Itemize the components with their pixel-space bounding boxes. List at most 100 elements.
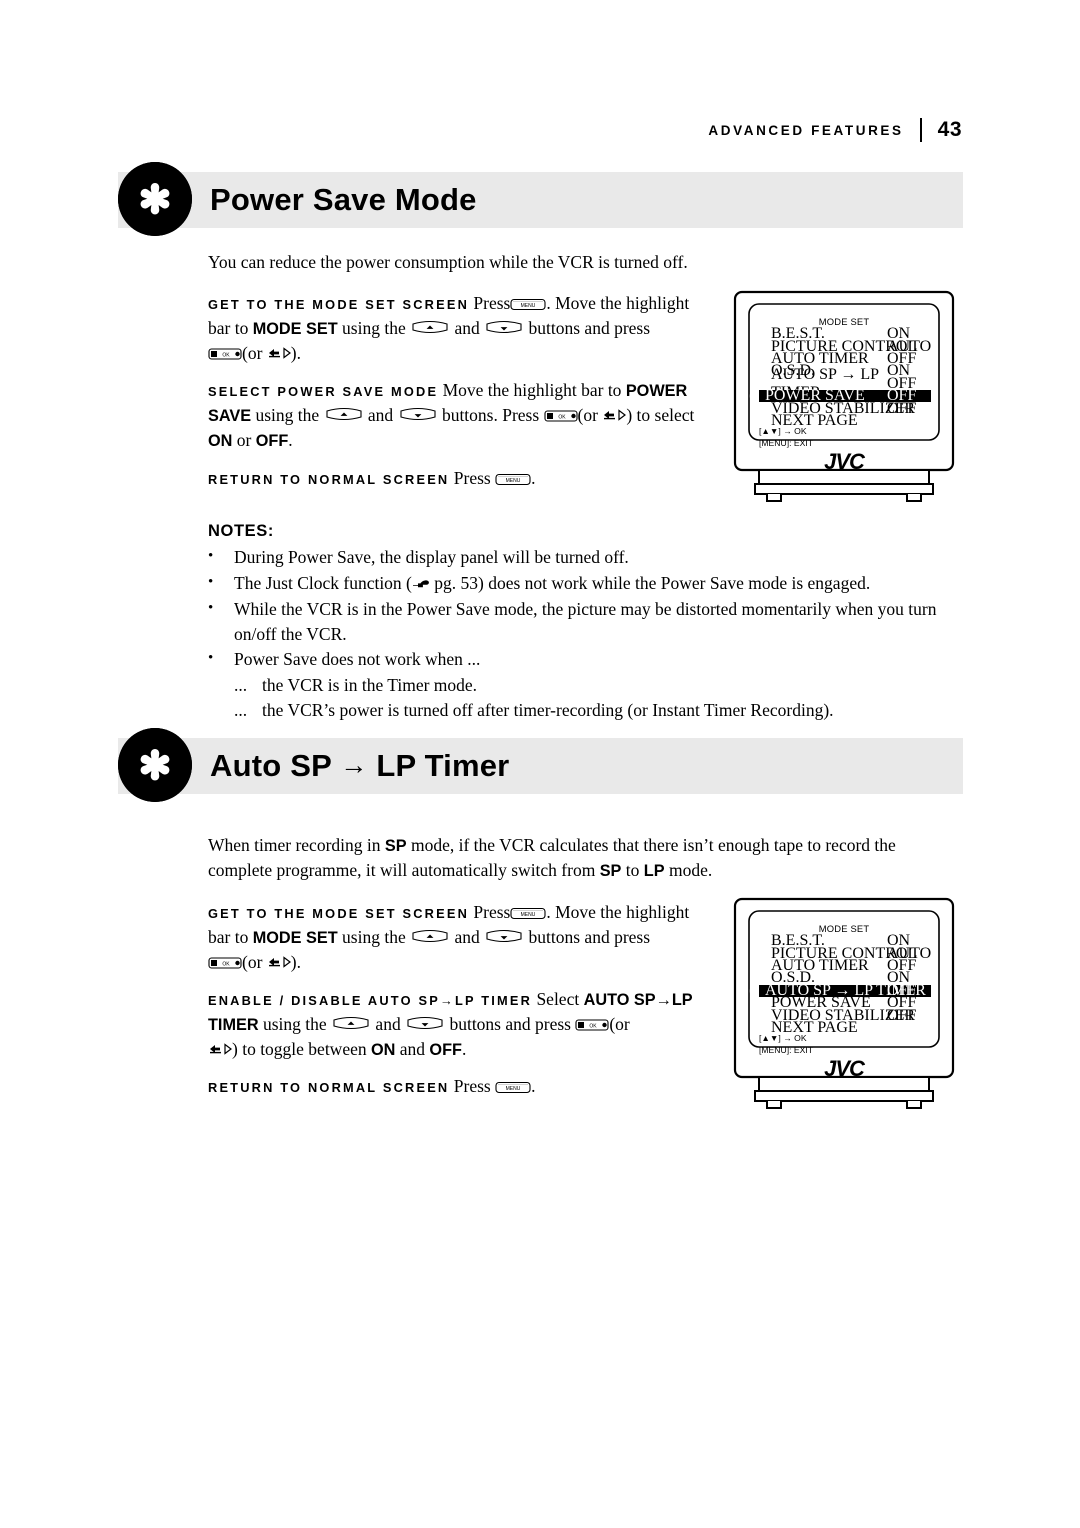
step-label: ENABLE / DISABLE AUTO SP→LP TIMER xyxy=(208,992,533,1008)
note-item: • Power Save does not work when ... xyxy=(208,647,943,672)
notes-title: NOTES: xyxy=(208,522,274,540)
page-number: 43 xyxy=(937,118,962,141)
osd-footer-exit: [MENU]: EXIT xyxy=(759,1045,813,1055)
svg-text:OK: OK xyxy=(590,1024,598,1030)
section-title-power-save: Power Save Mode xyxy=(210,182,477,217)
down-button-icon xyxy=(484,929,524,945)
play-button-icon xyxy=(602,406,627,423)
pointing-hand-icon: ☞ xyxy=(749,986,757,996)
step-text: and xyxy=(367,405,394,426)
osd-footer-ok: [▲▼] → OK xyxy=(759,426,807,436)
jvc-logo: JVC xyxy=(824,449,865,474)
up-button-icon xyxy=(331,1016,371,1032)
step-text: Press xyxy=(453,1076,491,1097)
step-text: . xyxy=(288,430,293,451)
step-text: Select xyxy=(536,988,580,1009)
auto-sp-lp-body: GET TO THE MODE SET SCREEN Press MENU. Mo… xyxy=(208,900,698,1099)
osd-title: MODE SET xyxy=(818,923,870,934)
note-item: • During Power Save, the display panel w… xyxy=(208,545,943,570)
step-text: or xyxy=(236,430,252,451)
step-text: and xyxy=(399,1039,426,1060)
step-text: Press xyxy=(473,293,511,314)
note-text-b: ) does not work while the Power Save mod… xyxy=(478,572,871,593)
osd-title: MODE SET xyxy=(818,316,870,327)
note-sub-dots: ... xyxy=(234,700,248,721)
ok-key-icon: OK xyxy=(543,408,578,423)
up-button-icon xyxy=(410,320,450,336)
step-bold: OFF xyxy=(429,1041,462,1060)
step-bold: ON xyxy=(370,1041,396,1060)
intro-bold: SP xyxy=(599,862,622,881)
play-button-icon xyxy=(267,344,291,361)
pointing-hand-icon: ☞ xyxy=(749,392,757,401)
step-text: and xyxy=(454,926,480,947)
step-text: ) to toggle between xyxy=(232,1039,367,1060)
step-text: (or xyxy=(242,951,263,972)
ok-key-icon: OK xyxy=(208,346,242,361)
star-badge-icon xyxy=(118,162,192,236)
note-page-ref: pg. 53 xyxy=(434,572,479,593)
osd-footer-ok: [▲▼] → OK xyxy=(759,1033,807,1043)
note-text: The Just Clock function ( pg. 53) does n… xyxy=(234,571,870,596)
step-label: GET TO THE MODE SET SCREEN xyxy=(208,297,470,313)
step-return-to-normal-screen: RETURN TO NORMAL SCREEN Press MENU. xyxy=(208,466,698,491)
step-text: . xyxy=(531,467,536,488)
step-label: GET TO THE MODE SET SCREEN xyxy=(208,906,470,921)
svg-text:OK: OK xyxy=(558,415,566,421)
auto-sp-lp-intro: When timer recording in SP mode, if the … xyxy=(208,833,938,883)
step-text: Press xyxy=(453,467,491,488)
section-banner-power-save: Power Save Mode xyxy=(118,162,963,236)
step-text: ). xyxy=(290,343,301,364)
step-text: using the xyxy=(342,926,406,947)
section-title-auto-sp-lp: Auto SP → LP Timer xyxy=(210,748,509,784)
note-text: During Power Save, the display panel wil… xyxy=(234,547,629,567)
power-save-intro: You can reduce the power consumption whi… xyxy=(208,252,688,272)
step-text: (or xyxy=(242,343,263,364)
step-get-to-mode-set: GET TO THE MODE SET SCREEN Press MENU. Mo… xyxy=(208,900,698,975)
step-label: RETURN TO NORMAL SCREEN xyxy=(208,471,450,487)
step-get-to-mode-set: GET TO THE MODE SET SCREEN Press MENU. Mo… xyxy=(208,291,698,366)
section-title-part-a: Auto SP xyxy=(210,748,332,783)
svg-text:MENU: MENU xyxy=(521,912,536,918)
note-item: • While the VCR is in the Power Save mod… xyxy=(208,597,943,647)
note-sub-item: ... the VCR is in the Timer mode. xyxy=(208,673,943,698)
down-button-icon xyxy=(405,1016,445,1032)
svg-text:MENU: MENU xyxy=(521,303,536,309)
intro-bold: SP xyxy=(384,837,407,855)
step-bold: ON xyxy=(208,432,233,451)
down-button-icon xyxy=(484,320,524,336)
page-header: ADVANCED FEATURES 43 xyxy=(708,118,962,142)
jvc-logo: JVC xyxy=(824,1056,865,1081)
ok-key-icon: OK xyxy=(208,955,242,970)
step-text: using the xyxy=(342,318,406,339)
note-text-a: The Just Clock function ( xyxy=(234,572,412,593)
step-text: . xyxy=(461,1039,467,1060)
ok-key-icon: OK xyxy=(575,1017,609,1032)
menu-key-icon: MENU xyxy=(510,905,546,920)
step-label: RETURN TO NORMAL SCREEN xyxy=(208,1080,450,1096)
running-head: ADVANCED FEATURES xyxy=(708,122,904,138)
tv-illustration-auto-sp-lp: MODE SET B.E.S.T. ON PICTURE CONTROL AUTO … xyxy=(733,897,955,1112)
intro-text: When timer recording in xyxy=(208,835,381,855)
step-text: buttons. Press xyxy=(441,405,540,426)
power-save-notes: NOTES: • During Power Save, the display … xyxy=(208,510,943,723)
step-text: ) to select xyxy=(626,405,695,426)
step-text: and xyxy=(454,318,480,339)
step-text: buttons and press xyxy=(449,1013,571,1034)
up-button-icon xyxy=(410,929,450,945)
intro-text: mode. xyxy=(668,860,713,881)
note-sub-text: the VCR is in the Timer mode. xyxy=(262,675,478,696)
step-text: using the xyxy=(262,1013,327,1034)
note-bullet: • xyxy=(208,548,214,564)
step-label: SELECT POWER SAVE MODE xyxy=(208,384,439,400)
note-bullet: • xyxy=(208,599,214,616)
note-item: • The Just Clock function ( pg. 53) does… xyxy=(208,571,943,596)
tv-illustration-power-save: MODE SET B.E.S.T. ON PICTURE CONTROL AUTO … xyxy=(733,290,955,505)
section-title-part-b: LP Timer xyxy=(376,748,510,783)
svg-text:OK: OK xyxy=(222,353,230,359)
step-text: buttons and press xyxy=(528,926,651,947)
step-enable-disable-auto-sp-lp: ENABLE / DISABLE AUTO SP→LP TIMER Select… xyxy=(208,987,698,1062)
step-text: . xyxy=(531,1076,536,1097)
svg-text:MENU: MENU xyxy=(506,1086,521,1092)
step-select-power-save-mode: SELECT POWER SAVE MODE Move the highligh… xyxy=(208,378,698,453)
